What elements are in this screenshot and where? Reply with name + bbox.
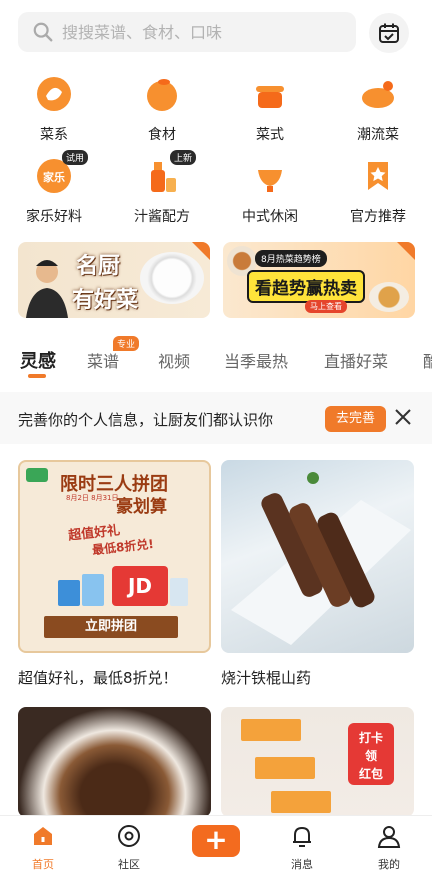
banner-left-line1: 名厨	[76, 254, 121, 279]
tab-live-dishes[interactable]: 直播好菜	[324, 348, 388, 372]
cake-slice-image	[241, 719, 301, 741]
category-label: 菜系	[40, 127, 68, 143]
ad-corner-tag	[192, 242, 210, 260]
banner-trend-list[interactable]: 8月热菜趋势榜 看趋势赢热卖 马上查看	[223, 242, 415, 318]
svg-text:家乐: 家乐	[43, 170, 65, 184]
banner-left-line2: 有好菜	[72, 288, 139, 313]
jd-gift-card: JD	[112, 566, 168, 606]
badge-line: 打卡	[358, 731, 383, 745]
category-label: 食材	[148, 127, 176, 143]
roast-chicken-icon	[358, 74, 398, 114]
category-knorr[interactable]: 家乐 试用 家乐好料	[0, 150, 108, 226]
ad-corner-tag	[397, 242, 415, 260]
shrimp-icon	[34, 74, 74, 114]
community-icon	[118, 825, 140, 847]
bell-icon	[293, 826, 311, 847]
nav-publish[interactable]: +	[173, 816, 259, 876]
cake-slice-image	[271, 791, 331, 813]
nav-label: 消息	[291, 858, 313, 871]
tab-seasonal-hot[interactable]: 当季最热	[224, 348, 288, 372]
search-bar[interactable]	[18, 12, 356, 52]
nav-community[interactable]: 社区	[86, 816, 172, 876]
gift-card-image	[58, 580, 80, 606]
new-badge: 上新	[170, 150, 197, 165]
category-official[interactable]: 官方推荐	[324, 156, 432, 226]
category-label: 潮流菜	[357, 127, 399, 143]
pro-badge: 专业	[113, 336, 140, 351]
nav-label: 首页	[32, 858, 54, 871]
category-label: 菜式	[256, 127, 284, 143]
promo-headline-2: 豪划算	[116, 497, 167, 517]
nav-home[interactable]: 首页	[0, 816, 86, 876]
category-dish-style[interactable]: 菜式	[216, 74, 324, 144]
nav-label: 我的	[378, 858, 400, 871]
close-icon[interactable]	[392, 406, 414, 428]
search-icon	[33, 22, 53, 42]
chef-portrait-icon	[26, 260, 68, 318]
trial-badge: 试用	[62, 150, 89, 165]
category-label: 家乐好料	[26, 209, 82, 225]
category-chinese-leisure[interactable]: 中式休闲	[216, 156, 324, 226]
category-ingredients[interactable]: 食材	[108, 74, 216, 144]
pot-icon	[250, 74, 290, 114]
tab-more[interactable]: 酷	[423, 348, 432, 372]
trend-headline: 看趋势赢热卖	[247, 270, 365, 303]
promo-dates: 8月2日 8月31日	[66, 494, 119, 502]
tab-inspiration[interactable]: 灵感	[20, 347, 56, 373]
category-label: 中式休闲	[242, 209, 298, 225]
category-label: 汁酱配方	[134, 209, 190, 225]
complete-profile-button[interactable]: 去完善	[325, 406, 386, 432]
badge-line: 红包	[358, 767, 383, 781]
category-trending[interactable]: 潮流菜	[324, 74, 432, 144]
search-input[interactable]	[62, 22, 322, 42]
cake-slice-image	[255, 757, 315, 779]
feed-tabs: 灵感 菜谱 视频 当季最热 直播好菜 酷	[0, 340, 432, 380]
category-cuisine[interactable]: 菜系	[0, 74, 108, 144]
checkin-redpacket-badge[interactable]: 打卡 领 红包	[348, 723, 394, 785]
tab-recipes[interactable]: 菜谱	[87, 348, 119, 372]
bottom-nav: 首页 社区 + 消息 我的	[0, 815, 432, 876]
notice-text: 完善你的个人信息，让厨友们都认识你	[18, 411, 274, 429]
home-icon	[34, 827, 52, 845]
teapot-icon	[250, 156, 290, 196]
recipe-photo	[221, 460, 414, 653]
card-title: 烧汁铁棍山药	[221, 669, 312, 687]
recipe-photo: 打卡 领 红包	[221, 707, 414, 817]
trend-pill: 8月热菜趋势榜	[255, 250, 327, 267]
calendar-button[interactable]	[369, 13, 409, 53]
nav-messages[interactable]: 消息	[259, 816, 345, 876]
salad-dish-image	[140, 252, 204, 304]
gift-card-image	[82, 574, 104, 606]
feed-card-promo[interactable]: 限时三人拼团 8月2日 8月31日 豪划算 超值好礼 最低8折兑! JD 立即拼…	[18, 460, 211, 688]
gift-card-image	[170, 578, 188, 606]
bookmark-star-icon	[358, 156, 398, 196]
knorr-logo-icon	[26, 468, 48, 482]
feed-card-recipe[interactable]	[18, 707, 211, 817]
category-label: 官方推荐	[350, 209, 406, 225]
knorr-logo-icon: 家乐 试用	[34, 150, 89, 196]
feed-card-checkin[interactable]: 打卡 领 红包	[221, 707, 414, 817]
feed-card-recipe[interactable]: 烧汁铁棍山药	[221, 460, 414, 688]
sauce-bottle-icon: 上新	[142, 150, 197, 196]
badge-line: 领	[364, 749, 377, 763]
category-sauce[interactable]: 上新 汁酱配方	[108, 150, 216, 226]
calendar-check-icon	[379, 23, 399, 43]
top-bar	[0, 0, 432, 64]
plus-icon: +	[192, 825, 240, 857]
yam-dish-image	[231, 472, 411, 645]
nav-label: 社区	[118, 858, 140, 871]
nav-profile[interactable]: 我的	[346, 816, 432, 876]
profile-notice: 完善你的个人信息，让厨友们都认识你 去完善	[0, 392, 432, 444]
banner-famous-chef[interactable]: 名厨 有好菜	[18, 242, 210, 318]
active-tab-indicator	[28, 374, 46, 378]
orange-icon	[142, 74, 182, 114]
noodle-bowl-image	[369, 282, 409, 312]
view-now-button[interactable]: 马上查看	[305, 300, 347, 313]
tab-videos[interactable]: 视频	[158, 348, 190, 372]
person-icon	[377, 826, 401, 848]
join-group-button[interactable]: 立即拼团	[44, 616, 178, 638]
card-title: 超值好礼，最低8折兑！	[18, 669, 178, 687]
recipe-photo	[18, 707, 211, 817]
promo-poster: 限时三人拼团 8月2日 8月31日 豪划算 超值好礼 最低8折兑! JD 立即拼…	[18, 460, 211, 653]
